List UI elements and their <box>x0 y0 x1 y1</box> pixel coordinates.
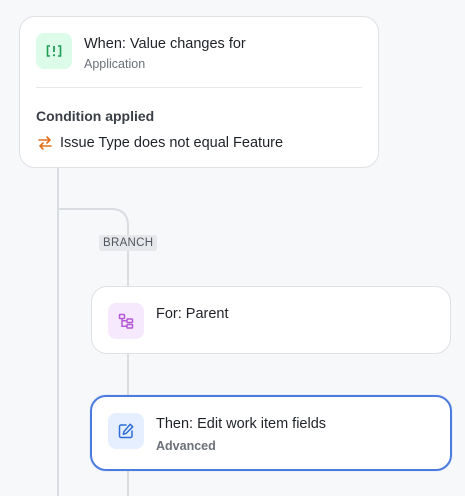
condition-text: Issue Type does not equal Feature <box>60 135 284 151</box>
condition-label: Condition applied <box>36 108 155 124</box>
trunk-connector-line <box>57 168 59 496</box>
action-step-subtitle: Advanced <box>156 439 216 453</box>
action-step-title: Then: Edit work item fields <box>156 416 327 432</box>
branch-badge: BRANCH <box>99 235 158 251</box>
trigger-card[interactable]: When: Value changes for Application Cond… <box>19 16 379 168</box>
step-connector-line <box>127 354 129 396</box>
value-change-icon <box>36 33 72 69</box>
for-step-title: For: Parent <box>156 306 229 322</box>
hierarchy-icon <box>108 303 144 339</box>
for-parent-card[interactable]: For: Parent <box>91 286 451 354</box>
trigger-divider <box>36 87 362 88</box>
branch-vertical-connector <box>127 224 129 286</box>
trigger-subtitle: Application <box>84 57 146 71</box>
trigger-title: When: Value changes for <box>84 36 246 52</box>
branch-horizontal-connector <box>57 208 115 210</box>
edit-icon <box>108 413 144 449</box>
swap-arrows-icon <box>36 134 54 157</box>
step-connector-line-bottom <box>127 470 129 496</box>
edit-fields-card[interactable]: Then: Edit work item fields Advanced <box>90 395 452 471</box>
